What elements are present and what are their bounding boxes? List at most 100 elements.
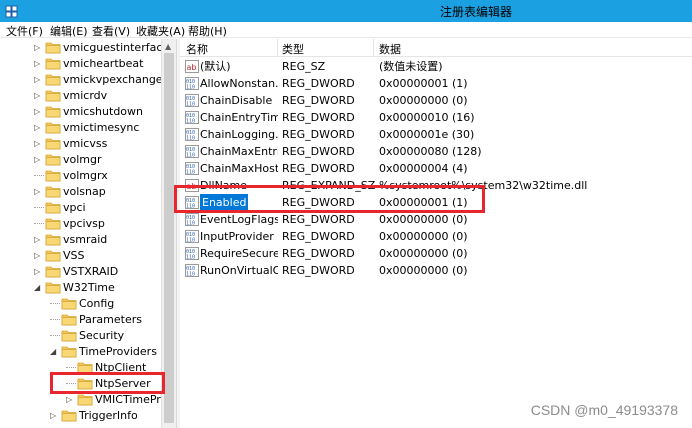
tree-item-label: vmicshutdown	[63, 105, 143, 118]
tree-item-ntpclient[interactable]: NtpClient	[0, 360, 160, 376]
svg-text:110: 110	[186, 170, 195, 176]
value-name: ChainMaxEntries	[200, 145, 278, 158]
tree-item-label: NtpClient	[95, 361, 147, 374]
collapsed-arrow-icon[interactable]: ▷	[34, 252, 42, 260]
value-row[interactable]: 010 110 AllowNonstan... REG_DWORD 0x00000001…	[180, 75, 692, 92]
tree-scroll-thumb[interactable]	[164, 53, 174, 423]
collapsed-arrow-icon[interactable]: ▷	[34, 236, 42, 244]
binary-value-icon: 010110	[185, 94, 199, 107]
column-divider[interactable]	[373, 39, 374, 57]
tree-item-vmicguestinterface[interactable]: ▷ vmicguestinterface	[0, 40, 169, 56]
tree-item-triggerinfo[interactable]: ▷ TriggerInfo	[0, 408, 160, 424]
column-header-name[interactable]: 名称	[186, 41, 208, 57]
value-type: REG_DWORD	[282, 213, 355, 226]
tree-item-volsnap[interactable]: ▷ volsnap	[0, 184, 160, 200]
value-row[interactable]: 010110RequireSecure... REG_DWORD 0x0000000…	[180, 245, 692, 262]
value-data: 0x00000000 (0)	[379, 247, 468, 260]
collapsed-arrow-icon[interactable]: ▷	[66, 396, 74, 404]
svg-text:110: 110	[186, 255, 195, 261]
expanded-arrow-icon[interactable]: ◢	[50, 348, 58, 356]
tree-item-vmictimesync[interactable]: ▷ vmictimesync	[0, 120, 160, 136]
collapsed-arrow-icon[interactable]: ▷	[34, 140, 42, 148]
menu-file[interactable]: 文件(F)	[6, 23, 43, 39]
folder-icon	[45, 122, 61, 134]
column-divider[interactable]	[277, 39, 278, 57]
tree-item-config[interactable]: Config	[0, 296, 160, 312]
tree-item-label: volsnap	[63, 185, 106, 198]
tree-item-vss[interactable]: ▷ VSS	[0, 248, 160, 264]
tree-item-vsmraid[interactable]: ▷ vsmraid	[0, 232, 160, 248]
value-row[interactable]: 010 110 ChainDisable REG_DWORD 0x00000000 (0…	[180, 92, 692, 109]
value-list[interactable]: 名称 类型 数据 ab (默认) REG_SZ (数值未设置) 010 110 AllowN…	[180, 39, 692, 428]
tree-guide-line	[50, 319, 60, 320]
value-row[interactable]: 010110ChainMaxHost... REG_DWORD 0x00000004…	[180, 160, 692, 177]
tree-item-vmictimeprov[interactable]: ▷ VMICTimeProv	[0, 392, 174, 408]
tree-item-timeproviders[interactable]: ◢ TimeProviders	[0, 344, 160, 360]
key-tree[interactable]: ▷ vmicguestinterface ▷ vmicheartbeat ▷ vmickv…	[0, 39, 176, 428]
value-row[interactable]: ab DllName REG_EXPAND_SZ %systemroot%\syste…	[180, 177, 692, 194]
tree-item-ntpserver[interactable]: NtpServer	[0, 376, 160, 392]
tree-guide-line	[34, 207, 44, 208]
tree-item-vstxraid[interactable]: ▷ VSTXRAID	[0, 264, 160, 280]
collapsed-arrow-icon[interactable]: ▷	[34, 92, 42, 100]
value-data: %systemroot%\system32\w32time.dll	[379, 179, 588, 192]
tree-item-volmgr[interactable]: ▷ volmgr	[0, 152, 160, 168]
tree-item-vmickvpexchange[interactable]: ▷ vmickvpexchange	[0, 72, 163, 88]
value-data: 0x00000000 (0)	[379, 264, 468, 277]
tree-item-w32time[interactable]: ◢ W32Time	[0, 280, 160, 296]
value-data: 0x00000004 (4)	[379, 162, 468, 175]
value-row[interactable]: 010110ChainEntryTim... REG_DWORD 0x0000001…	[180, 109, 692, 126]
tree-item-vpcivsp[interactable]: vpcivsp	[0, 216, 160, 232]
tree-scrollbar[interactable]: ▲	[161, 39, 176, 428]
value-row[interactable]: 010110RunOnVirtualO... REG_DWORD 0x0000000…	[180, 262, 692, 279]
collapsed-arrow-icon[interactable]: ▷	[34, 76, 42, 84]
folder-icon	[45, 170, 61, 182]
tree-item-volmgrx[interactable]: volmgrx	[0, 168, 160, 184]
value-row[interactable]: ab (默认) REG_SZ (数值未设置)	[180, 58, 692, 75]
collapsed-arrow-icon[interactable]: ▷	[34, 60, 42, 68]
tree-item-parameters[interactable]: Parameters	[0, 312, 160, 328]
value-type: REG_DWORD	[282, 111, 355, 124]
folder-icon	[45, 138, 61, 150]
menu-help[interactable]: 帮助(H)	[188, 23, 227, 39]
value-data: 0x00000001 (1)	[379, 196, 468, 209]
folder-icon	[45, 202, 61, 214]
collapsed-arrow-icon[interactable]: ▷	[50, 412, 58, 420]
column-header-data[interactable]: 数据	[379, 41, 401, 57]
collapsed-arrow-icon[interactable]: ▷	[34, 124, 42, 132]
value-type: REG_DWORD	[282, 196, 355, 209]
collapsed-arrow-icon[interactable]: ▷	[34, 188, 42, 196]
tree-item-vmicheartbeat[interactable]: ▷ vmicheartbeat	[0, 56, 160, 72]
expanded-arrow-icon[interactable]: ◢	[34, 284, 42, 292]
value-name: AllowNonstan...	[200, 77, 278, 90]
value-name: ChainLogging...	[200, 128, 278, 141]
tree-item-vmicrdv[interactable]: ▷ vmicrdv	[0, 88, 160, 104]
column-header-type[interactable]: 类型	[282, 41, 304, 57]
folder-icon	[61, 314, 77, 326]
collapsed-arrow-icon[interactable]: ▷	[34, 156, 42, 164]
folder-icon	[45, 250, 61, 262]
menu-edit[interactable]: 编辑(E)	[50, 23, 88, 39]
tree-item-vmicshutdown[interactable]: ▷ vmicshutdown	[0, 104, 160, 120]
menu-view[interactable]: 查看(V)	[92, 23, 130, 39]
tree-guide-line	[50, 303, 60, 304]
value-row[interactable]: 010 110 Enabled REG_DWORD 0x00000001 (1)	[180, 194, 692, 211]
scroll-up-arrow-icon[interactable]: ▲	[165, 42, 171, 51]
folder-icon	[77, 362, 93, 374]
tree-item-vmicvss[interactable]: ▷ vmicvss	[0, 136, 160, 152]
value-row[interactable]: 010 110 ChainLogging... REG_DWORD 0x0000001e…	[180, 126, 692, 143]
tree-item-security[interactable]: Security	[0, 328, 160, 344]
tree-guide-line	[50, 335, 60, 336]
value-name: RequireSecure...	[200, 247, 278, 260]
svg-text:ab: ab	[187, 182, 197, 191]
value-row[interactable]: 010 110 EventLogFlags REG_DWORD 0x00000000 (…	[180, 211, 692, 228]
menu-favorites[interactable]: 收藏夹(A)	[136, 23, 185, 39]
tree-item-vpci[interactable]: vpci	[0, 200, 160, 216]
value-row[interactable]: 010 110 InputProvider REG_DWORD 0x00000000 (…	[180, 228, 692, 245]
collapsed-arrow-icon[interactable]: ▷	[34, 108, 42, 116]
collapsed-arrow-icon[interactable]: ▷	[34, 268, 42, 276]
value-row[interactable]: 010110ChainMaxEntries REG_DWORD 0x00000080…	[180, 143, 692, 160]
value-name: DllName	[200, 179, 248, 192]
collapsed-arrow-icon[interactable]: ▷	[34, 44, 42, 52]
value-type: REG_DWORD	[282, 145, 355, 158]
